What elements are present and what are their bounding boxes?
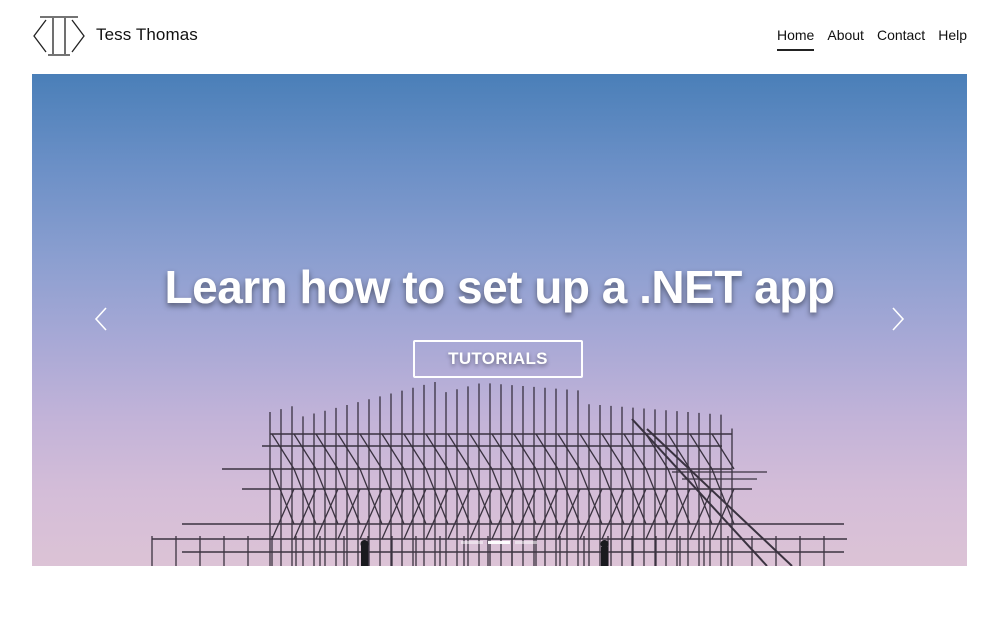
nav-home[interactable]: Home: [777, 27, 815, 51]
chevron-left-icon[interactable]: [87, 304, 117, 334]
site-header: Tess Thomas Home About Contact Help: [0, 0, 1000, 74]
hero-carousel: Learn how to set up a .NET app TUTORIALS: [32, 74, 967, 566]
carousel-indicator[interactable]: [515, 541, 537, 544]
main-nav: Home About Contact Help: [777, 27, 967, 51]
nav-about[interactable]: About: [827, 27, 864, 51]
site-name[interactable]: Tess Thomas: [96, 25, 198, 45]
nav-contact[interactable]: Contact: [877, 27, 925, 51]
chevron-right-icon[interactable]: [882, 304, 912, 334]
scaffolding-image: [151, 381, 847, 566]
nav-help[interactable]: Help: [938, 27, 967, 51]
carousel-indicators: [461, 541, 537, 544]
carousel-indicator[interactable]: [461, 541, 483, 544]
brand-logo-icon[interactable]: [32, 14, 86, 58]
tutorials-button[interactable]: TUTORIALS: [413, 340, 583, 378]
hero-title: Learn how to set up a .NET app: [164, 261, 835, 313]
carousel-indicator[interactable]: [488, 541, 510, 544]
